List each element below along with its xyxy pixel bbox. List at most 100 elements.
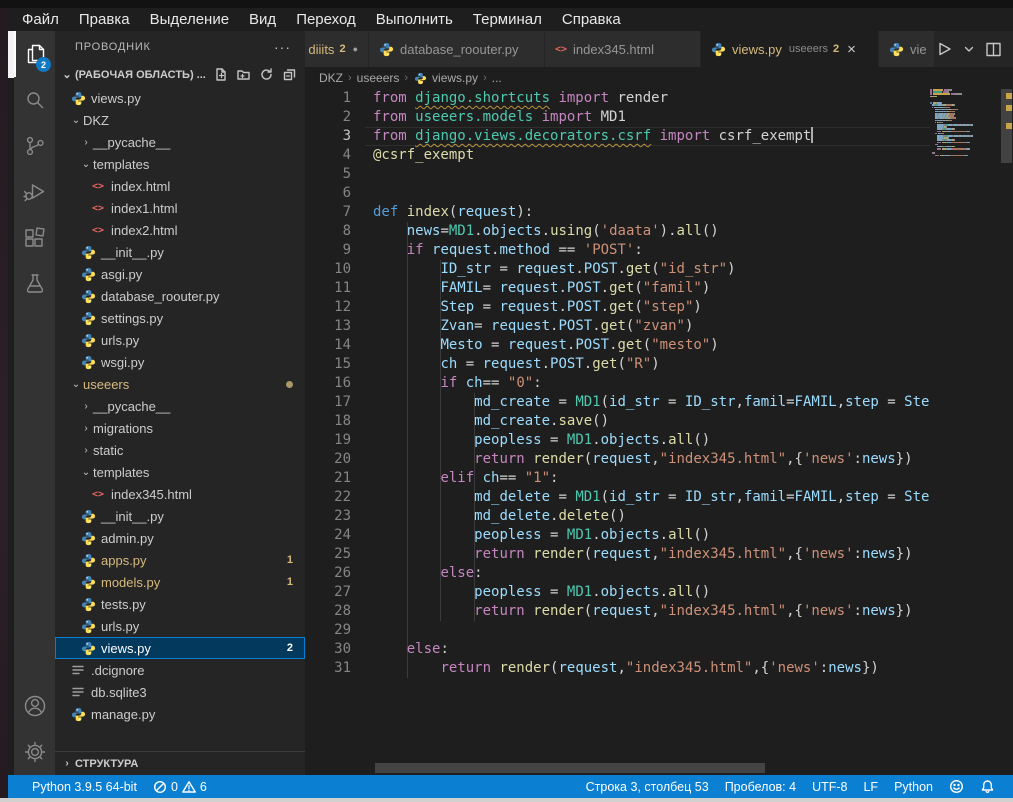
tree-item--dcignore[interactable]: .dcignore	[55, 659, 305, 681]
code-line-24[interactable]: 24 peopless = MD1.objects.all()	[305, 526, 1013, 545]
tree-item-urls-py[interactable]: urls.py	[55, 615, 305, 637]
tab-views-py[interactable]: views.pyuseeers2×	[701, 31, 879, 67]
code-line-29[interactable]: 29	[305, 621, 1013, 640]
code-line-20[interactable]: 20 return render(request,"index345.html"…	[305, 450, 1013, 469]
code-line-26[interactable]: 26 else:	[305, 564, 1013, 583]
tree-item-templates[interactable]: ⌄templates	[55, 153, 305, 175]
code-line-23[interactable]: 23 md_delete.delete()	[305, 507, 1013, 526]
menu-item-5[interactable]: Выполнить	[366, 11, 463, 28]
close-icon[interactable]: ×	[847, 41, 856, 58]
status-feedback[interactable]	[941, 775, 972, 798]
tab-index345-html[interactable]: <>index345.html	[545, 31, 701, 67]
tree-item--init-py[interactable]: __init__.py	[55, 241, 305, 263]
tree-item-index2-html[interactable]: <>index2.html	[55, 219, 305, 241]
code-line-19[interactable]: 19 peopless = MD1.objects.all()	[305, 431, 1013, 450]
code-line-14[interactable]: 14 Mesto = request.POST.get("mesto")	[305, 336, 1013, 355]
activity-item-explorer[interactable]: 2	[14, 31, 55, 77]
tree-item-admin-py[interactable]: admin.py	[55, 527, 305, 549]
tree-item--pycache-[interactable]: ›__pycache__	[55, 395, 305, 417]
tree-item-index-html[interactable]: <>index.html	[55, 175, 305, 197]
tab-vie[interactable]: vie	[879, 31, 935, 67]
code-line-2[interactable]: 2from useeers.models import MD1	[305, 108, 1013, 127]
explorer-more-actions-button[interactable]: ···	[274, 39, 291, 55]
activity-item-extensions[interactable]	[14, 215, 55, 261]
breadcrumb-item-1[interactable]: useeers	[357, 71, 400, 85]
code-line-6[interactable]: 6	[305, 184, 1013, 203]
status-encoding[interactable]: UTF-8	[804, 775, 855, 798]
split-editor-button[interactable]	[985, 41, 1002, 58]
collapse-all-button[interactable]	[282, 67, 297, 82]
menu-item-0[interactable]: Файл	[12, 11, 69, 28]
code-line-27[interactable]: 27 peopless = MD1.objects.all()	[305, 583, 1013, 602]
tree-item-db-sqlite3[interactable]: db.sqlite3	[55, 681, 305, 703]
code-line-10[interactable]: 10 ID_str = request.POST.get("id_str")	[305, 260, 1013, 279]
code-line-12[interactable]: 12 Step = request.POST.get("step")	[305, 298, 1013, 317]
activity-item-settings[interactable]	[14, 729, 55, 775]
tree-item-static[interactable]: ›static	[55, 439, 305, 461]
activity-item-source-control[interactable]	[14, 123, 55, 169]
run-button[interactable]	[935, 40, 953, 58]
tree-item-views-py[interactable]: views.py2	[55, 637, 305, 659]
activity-item-run-debug[interactable]	[14, 169, 55, 215]
tree-item--pycache-[interactable]: ›__pycache__	[55, 131, 305, 153]
run-dropdown[interactable]	[963, 43, 975, 55]
menu-item-3[interactable]: Вид	[239, 11, 286, 28]
status-indentation[interactable]: Пробелов: 4	[717, 775, 804, 798]
vertical-scrollbar[interactable]	[1000, 89, 1013, 775]
status-python-interpreter[interactable]: Python 3.9.5 64-bit	[24, 775, 145, 798]
code-line-11[interactable]: 11 FAMIL= request.POST.get("famil")	[305, 279, 1013, 298]
tree-item--init-py[interactable]: __init__.py	[55, 505, 305, 527]
menu-item-6[interactable]: Терминал	[463, 11, 552, 28]
tree-item-useeers[interactable]: ⌄useeers	[55, 373, 305, 395]
code-line-18[interactable]: 18 md_create.save()	[305, 412, 1013, 431]
new-folder-button[interactable]	[236, 67, 251, 82]
horizontal-scrollbar-thumb[interactable]	[375, 763, 765, 773]
status-language-mode[interactable]: Python	[886, 775, 941, 798]
code-line-8[interactable]: 8 news=MD1.objects.using('daata').all()	[305, 222, 1013, 241]
minimap[interactable]	[930, 89, 1000, 775]
code-line-7[interactable]: 7def index(request):	[305, 203, 1013, 222]
code-line-25[interactable]: 25 return render(request,"index345.html"…	[305, 545, 1013, 564]
code-line-31[interactable]: 31 return render(request,"index345.html"…	[305, 659, 1013, 678]
tab-database-roouter-py[interactable]: database_roouter.py	[369, 31, 545, 67]
code-line-30[interactable]: 30 else:	[305, 640, 1013, 659]
code-line-5[interactable]: 5	[305, 165, 1013, 184]
tab-diiits[interactable]: diiits2●	[305, 31, 369, 67]
menu-item-4[interactable]: Переход	[286, 11, 366, 28]
refresh-button[interactable]	[259, 67, 274, 82]
tree-item-manage-py[interactable]: manage.py	[55, 703, 305, 725]
tree-item-database-roouter-py[interactable]: database_roouter.py	[55, 285, 305, 307]
code-line-13[interactable]: 13 Zvan= request.POST.get("zvan")	[305, 317, 1013, 336]
status-notifications[interactable]	[972, 775, 1003, 798]
activity-item-search[interactable]	[14, 77, 55, 123]
menu-item-1[interactable]: Правка	[69, 11, 140, 28]
tree-item-templates[interactable]: ⌄templates	[55, 461, 305, 483]
tree-item-wsgi-py[interactable]: wsgi.py	[55, 351, 305, 373]
menu-item-2[interactable]: Выделение	[140, 11, 239, 28]
status-eol[interactable]: LF	[855, 775, 886, 798]
tree-item-apps-py[interactable]: apps.py1	[55, 549, 305, 571]
code-line-4[interactable]: 4@csrf_exempt	[305, 146, 1013, 165]
menu-item-7[interactable]: Справка	[552, 11, 631, 28]
tree-item-models-py[interactable]: models.py1	[55, 571, 305, 593]
tree-item-asgi-py[interactable]: asgi.py	[55, 263, 305, 285]
new-file-button[interactable]	[213, 67, 228, 82]
code-line-15[interactable]: 15 ch = request.POST.get("R")	[305, 355, 1013, 374]
code-line-17[interactable]: 17 md_create = MD1(id_str = ID_str,famil…	[305, 393, 1013, 412]
breadcrumb-item-3[interactable]: ...	[492, 71, 502, 85]
breadcrumb-item-0[interactable]: DKZ	[319, 71, 343, 85]
status-problems[interactable]: 06	[145, 775, 215, 798]
tree-item-index1-html[interactable]: <>index1.html	[55, 197, 305, 219]
breadcrumb-item-2[interactable]: views.py	[413, 71, 478, 86]
tree-item-settings-py[interactable]: settings.py	[55, 307, 305, 329]
tree-item-views-py[interactable]: views.py	[55, 87, 305, 109]
code-line-3[interactable]: 3from django.views.decorators.csrf impor…	[305, 127, 1013, 146]
outline-section-header[interactable]: › СТРУКТУРА	[55, 751, 305, 775]
status-cursor-position[interactable]: Строка 3, столбец 53	[578, 775, 717, 798]
tree-item-index345-html[interactable]: <>index345.html	[55, 483, 305, 505]
tree-item-migrations[interactable]: ›migrations	[55, 417, 305, 439]
code-line-16[interactable]: 16 if ch== "0":	[305, 374, 1013, 393]
code-line-21[interactable]: 21 elif ch== "1":	[305, 469, 1013, 488]
code-editor[interactable]: 1from django.shortcuts import render2fro…	[305, 89, 1013, 775]
code-line-28[interactable]: 28 return render(request,"index345.html"…	[305, 602, 1013, 621]
